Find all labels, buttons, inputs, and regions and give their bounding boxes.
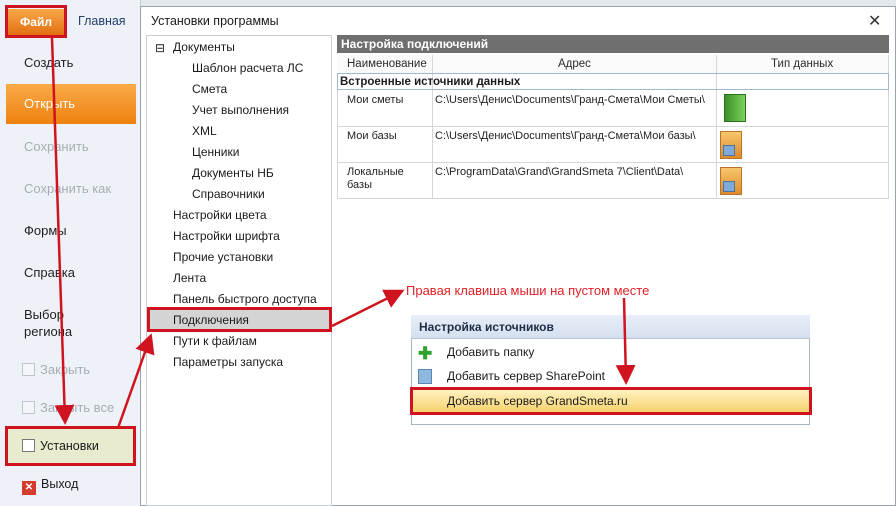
arrow-file-to-settings	[50, 37, 75, 425]
arrow-settings-to-connections	[116, 333, 155, 429]
arrow-connections-to-note	[331, 289, 405, 328]
annotation-arrows	[50, 37, 636, 429]
arrow-note-to-menu	[615, 297, 636, 385]
